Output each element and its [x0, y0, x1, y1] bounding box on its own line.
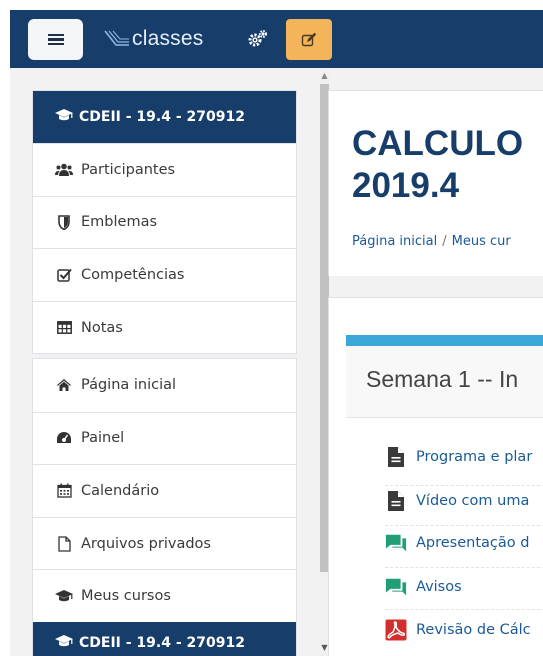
site-logo[interactable]: classes [104, 25, 203, 53]
nav-item-participantes[interactable]: Participantes [33, 143, 296, 196]
nav-item-calendario[interactable]: Calendário [33, 464, 296, 517]
shield-icon [55, 214, 73, 230]
logo-mark-icon [104, 30, 129, 46]
breadcrumb-my-courses-link[interactable]: Meus cur [452, 234, 511, 249]
nav-item-pagina-inicial[interactable]: Página inicial [33, 359, 296, 412]
nav-item-emblemas[interactable]: Emblemas [33, 195, 296, 249]
forum-icon [385, 532, 407, 554]
nav-item-arquivos-privados[interactable]: Arquivos privados [33, 516, 296, 570]
course-nav-header-label: CDEII - 19.4 - 270912 [79, 109, 245, 125]
nav-item-label: Página inicial [81, 377, 177, 394]
graduation-cap-icon [55, 108, 73, 126]
hamburger-icon [47, 33, 64, 46]
edit-mode-button[interactable] [286, 19, 332, 60]
breadcrumb: Página inicial / Meus cur [352, 234, 511, 249]
pdf-icon [385, 619, 407, 641]
page-icon [385, 446, 407, 468]
gears-icon[interactable] [247, 28, 269, 50]
activity-divider [385, 567, 543, 568]
section-header: Semana 1 -- In [346, 346, 543, 418]
activity-apresentacao[interactable]: Apresentação d [385, 529, 529, 557]
calendar-icon [55, 483, 73, 499]
activity-revisao[interactable]: Revisão de Cálc [385, 616, 531, 644]
breadcrumb-separator: / [442, 234, 447, 249]
activity-label: Revisão de Cálc [416, 622, 531, 638]
edit-pencil-icon [301, 32, 317, 46]
activity-divider [385, 609, 543, 610]
table-icon [55, 320, 73, 336]
nav-item-label: Participantes [81, 161, 176, 178]
nav-item-painel[interactable]: Painel [33, 411, 296, 465]
activity-divider [385, 525, 543, 526]
page-icon [385, 490, 407, 512]
nav-item-label: Notas [81, 319, 123, 336]
logo-text: classes [132, 27, 204, 50]
course-content: Semana 1 -- In Programa e plar Vídeo com… [328, 297, 543, 656]
page-title: CALCULO 2019.4 [352, 124, 524, 205]
nav-item-notas[interactable]: Notas [33, 300, 296, 354]
section-title[interactable]: Semana 1 -- In [366, 366, 518, 393]
home-icon [55, 377, 73, 393]
activity-programa[interactable]: Programa e plar [385, 443, 532, 471]
activity-avisos[interactable]: Avisos [385, 573, 462, 601]
activity-video[interactable]: Vídeo com uma [385, 487, 529, 515]
nav-item-label: Emblemas [81, 214, 158, 231]
forum-icon [385, 576, 407, 598]
nav-item-meus-cursos[interactable]: Meus cursos [33, 569, 296, 622]
nav-item-label: Calendário [81, 482, 160, 499]
graduation-cap-icon [55, 588, 73, 604]
nav-drawer: CDEII - 19.4 - 270912 Participantes Embl… [10, 68, 330, 656]
course-nav-header[interactable]: CDEII - 19.4 - 270912 [33, 91, 296, 143]
nav-item-label: Meus cursos [81, 588, 171, 605]
breadcrumb-home-link[interactable]: Página inicial [352, 234, 437, 249]
file-icon [55, 535, 73, 552]
second-course-header[interactable]: CDEII - 19.4 - 270912 [33, 621, 296, 656]
second-course-header-label: CDEII - 19.4 - 270912 [79, 634, 245, 651]
nav-item-label: Painel [81, 430, 125, 447]
drawer-toggle-button[interactable] [28, 19, 83, 60]
scroll-up-arrow-icon[interactable]: ▲ [319, 70, 330, 82]
nav-item-label: Competências [81, 266, 185, 283]
nav-item-competencias[interactable]: Competências [33, 248, 296, 301]
nav-item-label: Arquivos privados [81, 535, 211, 552]
activity-label: Avisos [416, 579, 462, 595]
checkbox-icon [55, 267, 73, 283]
activity-label: Apresentação d [416, 535, 530, 551]
section-accent-bar [346, 335, 543, 346]
graduation-cap-icon [55, 634, 73, 652]
top-navbar: classes [10, 10, 543, 68]
dashboard-icon [55, 430, 73, 446]
site-nav-group: Página inicial Painel Calendário Arquivo… [32, 358, 297, 656]
page-header: CALCULO 2019.4 Página inicial / Meus cur [328, 90, 543, 276]
activity-divider [385, 485, 543, 486]
users-icon [55, 162, 73, 178]
course-nav-group: CDEII - 19.4 - 270912 Participantes Embl… [32, 90, 297, 355]
activity-label: Vídeo com uma [416, 493, 530, 509]
activity-label: Programa e plar [416, 449, 533, 465]
